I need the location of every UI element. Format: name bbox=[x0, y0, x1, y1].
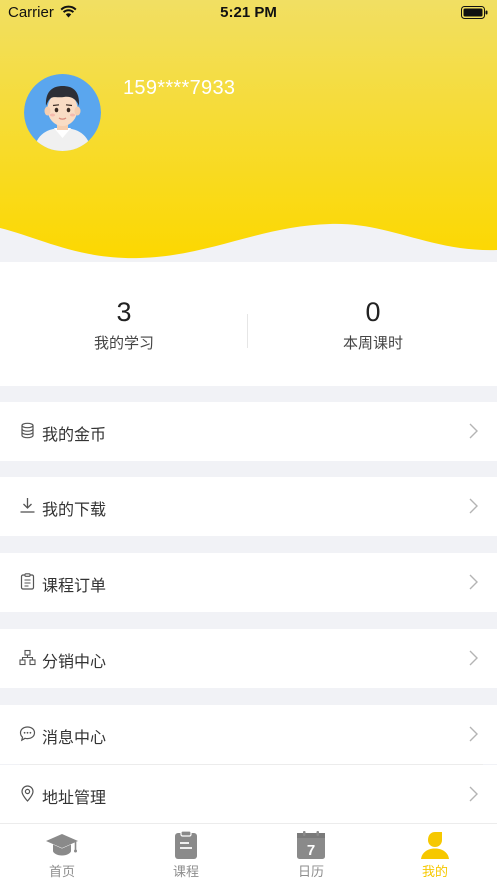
avatar[interactable] bbox=[24, 74, 101, 151]
user-icon bbox=[421, 832, 449, 859]
order-icon bbox=[20, 573, 35, 590]
tab-courses[interactable]: 课程 bbox=[124, 824, 248, 884]
menu-item-downloads[interactable]: 我的下载 bbox=[0, 477, 497, 536]
distribution-icon bbox=[19, 649, 36, 666]
tab-me[interactable]: 我的 bbox=[373, 824, 497, 884]
status-bar: Carrier 5:21 PM bbox=[0, 0, 497, 26]
menu-item-label: 分销中心 bbox=[42, 652, 107, 671]
menu-item-label: 我的金币 bbox=[42, 425, 107, 444]
tab-label: 日历 bbox=[297, 865, 324, 880]
menu-item-orders[interactable]: 课程订单 bbox=[0, 553, 497, 612]
tab-label: 我的 bbox=[421, 865, 448, 880]
clipboard-icon bbox=[175, 831, 197, 859]
stat-value: 3 bbox=[116, 297, 132, 327]
message-icon bbox=[19, 726, 36, 742]
chevron-right-icon bbox=[469, 726, 478, 742]
menu-item-coins[interactable]: 我的金币 bbox=[0, 402, 497, 461]
stat-value: 0 bbox=[365, 297, 381, 327]
tab-bar: 首页 课程 7 日历 我的 bbox=[0, 823, 497, 884]
chevron-right-icon bbox=[469, 423, 478, 439]
user-phone[interactable]: 159****7933 bbox=[123, 77, 235, 100]
download-icon bbox=[20, 498, 35, 513]
coins-icon bbox=[21, 422, 34, 439]
chevron-right-icon bbox=[469, 498, 478, 514]
tab-home[interactable]: 首页 bbox=[0, 824, 124, 884]
graduation-cap-icon bbox=[46, 834, 78, 856]
menu-item-label: 课程订单 bbox=[42, 576, 107, 595]
stat-label: 本周课时 bbox=[342, 334, 403, 352]
stats-panel: 3 我的学习 0 本周课时 bbox=[0, 262, 497, 386]
stat-label: 我的学习 bbox=[93, 334, 154, 352]
menu-item-messages[interactable]: 消息中心 bbox=[0, 705, 497, 764]
menu-item-address[interactable]: 地址管理 bbox=[0, 765, 497, 824]
menu-item-label: 我的下载 bbox=[42, 500, 107, 519]
stats-divider bbox=[247, 314, 248, 348]
menu-item-label: 地址管理 bbox=[42, 788, 107, 807]
chevron-right-icon bbox=[469, 786, 478, 802]
chevron-right-icon bbox=[469, 650, 478, 666]
menu-item-distribution[interactable]: 分销中心 bbox=[0, 629, 497, 688]
stat-weekly-hours[interactable]: 0 本周课时 bbox=[249, 296, 497, 353]
chevron-right-icon bbox=[469, 574, 478, 590]
battery-icon bbox=[461, 6, 488, 19]
avatar-image bbox=[24, 74, 101, 151]
profile-header: Carrier 5:21 PM 159****7933 bbox=[0, 0, 497, 262]
calendar-day: 7 bbox=[307, 842, 315, 859]
clock: 5:21 PM bbox=[220, 4, 277, 21]
tab-label: 首页 bbox=[48, 865, 75, 880]
tab-label: 课程 bbox=[172, 865, 199, 880]
tab-calendar[interactable]: 7 日历 bbox=[249, 824, 373, 884]
stat-my-study[interactable]: 3 我的学习 bbox=[0, 296, 248, 353]
calendar-icon: 7 bbox=[297, 831, 325, 859]
menu-item-label: 消息中心 bbox=[42, 728, 107, 747]
location-icon bbox=[21, 785, 34, 802]
